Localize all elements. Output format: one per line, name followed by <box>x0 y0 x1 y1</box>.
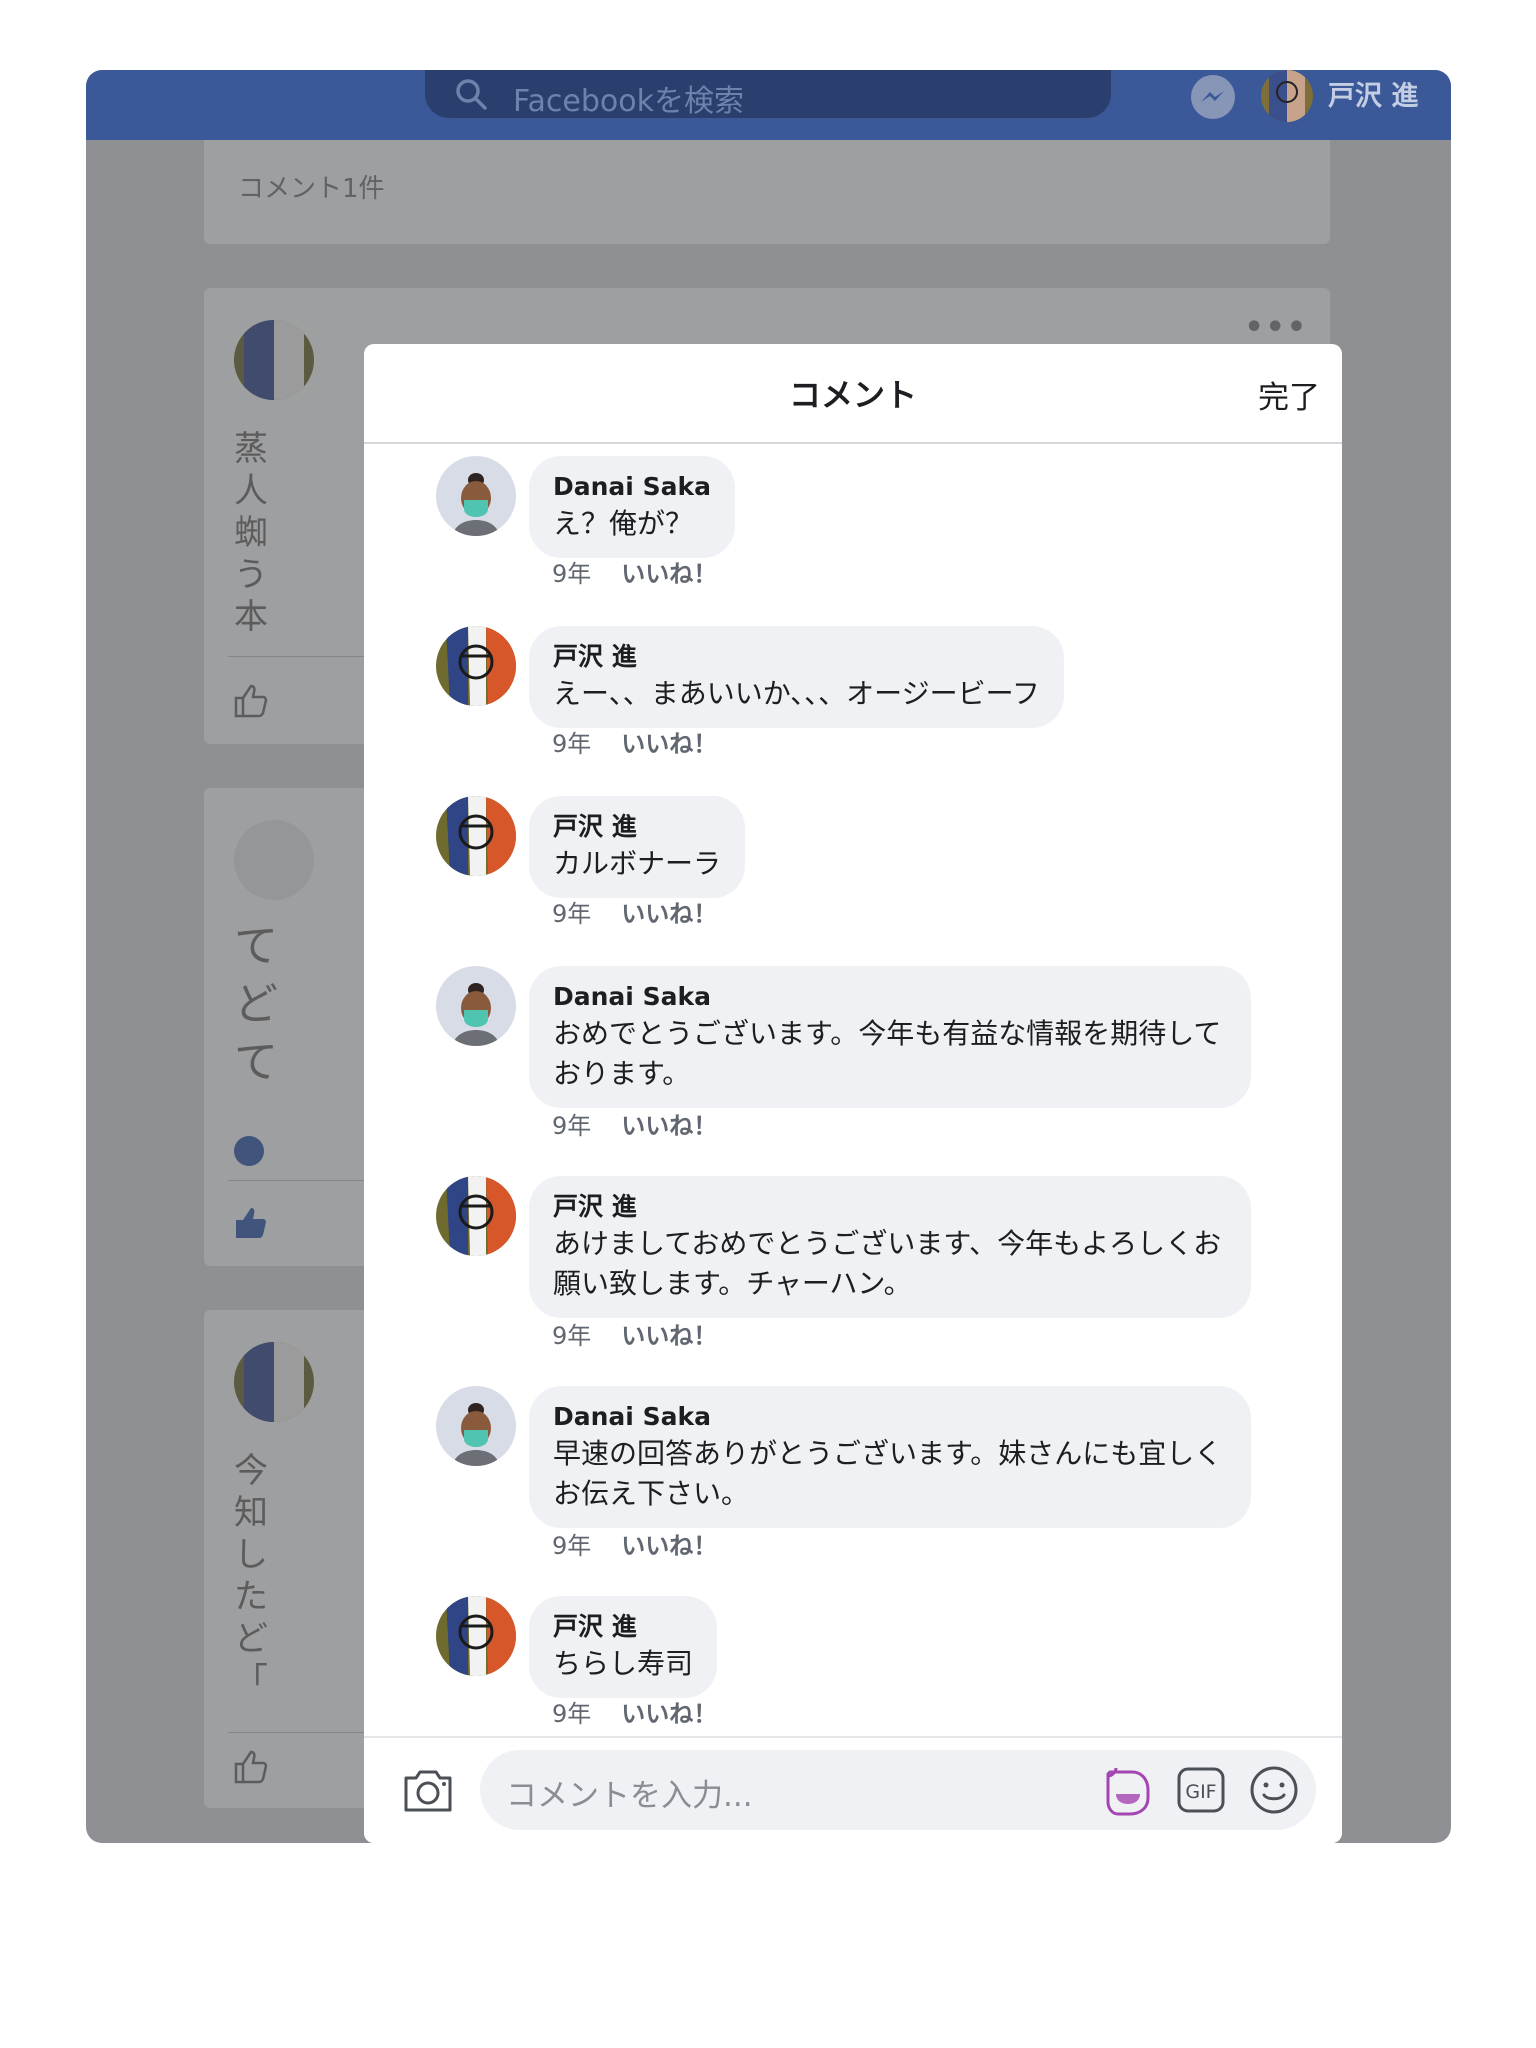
comment-author[interactable]: Danai Saka <box>553 470 711 504</box>
like-button[interactable]: いいね！ <box>621 730 717 758</box>
comment-author[interactable]: 戸沢 進 <box>553 640 1040 674</box>
avatar-tozawa[interactable] <box>436 1176 516 1256</box>
comment-text-line: おります。 <box>553 1057 691 1090</box>
gif-icon[interactable]: GIF <box>1176 1766 1226 1814</box>
avatar-danai[interactable] <box>436 456 516 536</box>
comment-time[interactable]: 9年 <box>552 730 591 758</box>
comment-text-line: おめでとうございます。今年も有益な情報を期待して <box>553 1017 1222 1050</box>
comment-text: え？俺が？ <box>553 507 694 540</box>
comment-list[interactable]: Danai Saka え？俺が？ 9年 いいね！ 戸沢 進 えー、、まあいいか、、… <box>364 446 1342 1736</box>
dialog-title: コメント <box>788 376 917 414</box>
avatar-tozawa[interactable] <box>436 626 516 706</box>
comment-meta: 9年 いいね！ <box>552 554 717 589</box>
comment-meta: 9年 いいね！ <box>552 724 717 759</box>
comment-text-line: あけましておめでとうございます、今年もよろしくお <box>553 1227 1222 1260</box>
comment-text: えー、、まあいいか、、、オージービーフ <box>553 677 1040 710</box>
avatar-danai[interactable] <box>436 966 516 1046</box>
like-button[interactable]: いいね！ <box>621 1700 717 1728</box>
sticker-icon[interactable] <box>1104 1764 1154 1816</box>
comment-author[interactable]: 戸沢 進 <box>553 810 721 844</box>
comment-meta: 9年 いいね！ <box>552 1694 717 1729</box>
search-icon <box>456 79 487 110</box>
comment-time[interactable]: 9年 <box>552 900 591 928</box>
svg-text:GIF: GIF <box>1185 1781 1216 1803</box>
comment-time[interactable]: 9年 <box>552 1112 591 1140</box>
top-bar: Facebookを検索 戸沢 進 <box>86 70 1451 140</box>
user-avatar[interactable] <box>1261 70 1313 122</box>
like-button[interactable]: いいね！ <box>621 560 717 588</box>
comment-bubble: Danai Saka え？俺が？ <box>529 456 735 558</box>
comment-placeholder: コメントを入力... <box>506 1778 753 1814</box>
comment-text-line: 早速の回答ありがとうございます。妹さんにも宜しく <box>553 1437 1223 1470</box>
comment-time[interactable]: 9年 <box>552 1322 591 1350</box>
like-button[interactable]: いいね！ <box>621 1112 717 1140</box>
comment-meta: 9年 いいね！ <box>552 894 717 929</box>
avatar-tozawa[interactable] <box>436 796 516 876</box>
done-button[interactable]: 完了 <box>1258 372 1320 417</box>
comment-composer: コメントを入力... GIF <box>364 1736 1342 1843</box>
comment-bubble: 戸沢 進 ちらし寿司 <box>529 1596 718 1698</box>
avatar-danai[interactable] <box>436 1386 516 1466</box>
like-button[interactable]: いいね！ <box>621 900 717 928</box>
comment-bubble: Danai Saka 早速の回答ありがとうございます。妹さんにも宜しく お伝え下… <box>529 1386 1251 1528</box>
comment-input[interactable]: コメントを入力... GIF <box>480 1750 1316 1830</box>
like-button[interactable]: いいね！ <box>621 1532 717 1560</box>
comment-bubble: 戸沢 進 あけましておめでとうございます、今年もよろしくお 願い致します。チャー… <box>529 1176 1251 1318</box>
user-name[interactable]: 戸沢 進 <box>1328 74 1418 113</box>
comment-author[interactable]: Danai Saka <box>553 980 1227 1014</box>
comment-time[interactable]: 9年 <box>552 1700 591 1728</box>
like-button[interactable]: いいね！ <box>621 1322 717 1350</box>
comment-text: カルボナーラ <box>553 847 722 880</box>
comment-meta: 9年 いいね！ <box>552 1106 717 1141</box>
emoji-icon[interactable] <box>1248 1764 1300 1816</box>
dialog-header: コメント 完了 <box>364 344 1342 444</box>
comment-text: ちらし寿司 <box>553 1647 694 1680</box>
app-screen: 2012年7月16日 コメント1件 ••• 蒸人蜘う本 商ぬも ••• てどて … <box>86 70 1451 1843</box>
camera-icon[interactable] <box>402 1766 454 1814</box>
comment-author[interactable]: Danai Saka <box>553 1400 1227 1434</box>
comment-meta: 9年 いいね！ <box>552 1316 717 1351</box>
avatar-tozawa[interactable] <box>436 1596 516 1676</box>
comment-bubble: Danai Saka おめでとうございます。今年も有益な情報を期待して おります… <box>529 966 1251 1108</box>
comment-time[interactable]: 9年 <box>552 560 591 588</box>
search-bar[interactable]: Facebookを検索 <box>425 70 1111 119</box>
messenger-icon[interactable] <box>1190 74 1236 120</box>
comment-author[interactable]: 戸沢 進 <box>553 1610 693 1644</box>
comment-text-line: 願い致します。チャーハン。 <box>553 1267 912 1300</box>
comment-time[interactable]: 9年 <box>552 1532 591 1560</box>
search-placeholder: Facebookを検索 <box>513 84 744 119</box>
comment-author[interactable]: 戸沢 進 <box>553 1190 1227 1224</box>
comment-meta: 9年 いいね！ <box>552 1526 717 1561</box>
comment-bubble: 戸沢 進 カルボナーラ <box>529 796 746 898</box>
comments-dialog: コメント 完了 Danai Saka え？俺が？ 9年 いいね！ 戸沢 進 えー… <box>364 344 1342 1843</box>
comment-bubble: 戸沢 進 えー、、まあいいか、、、オージービーフ <box>529 626 1064 728</box>
comment-text-line: お伝え下さい。 <box>553 1477 750 1510</box>
